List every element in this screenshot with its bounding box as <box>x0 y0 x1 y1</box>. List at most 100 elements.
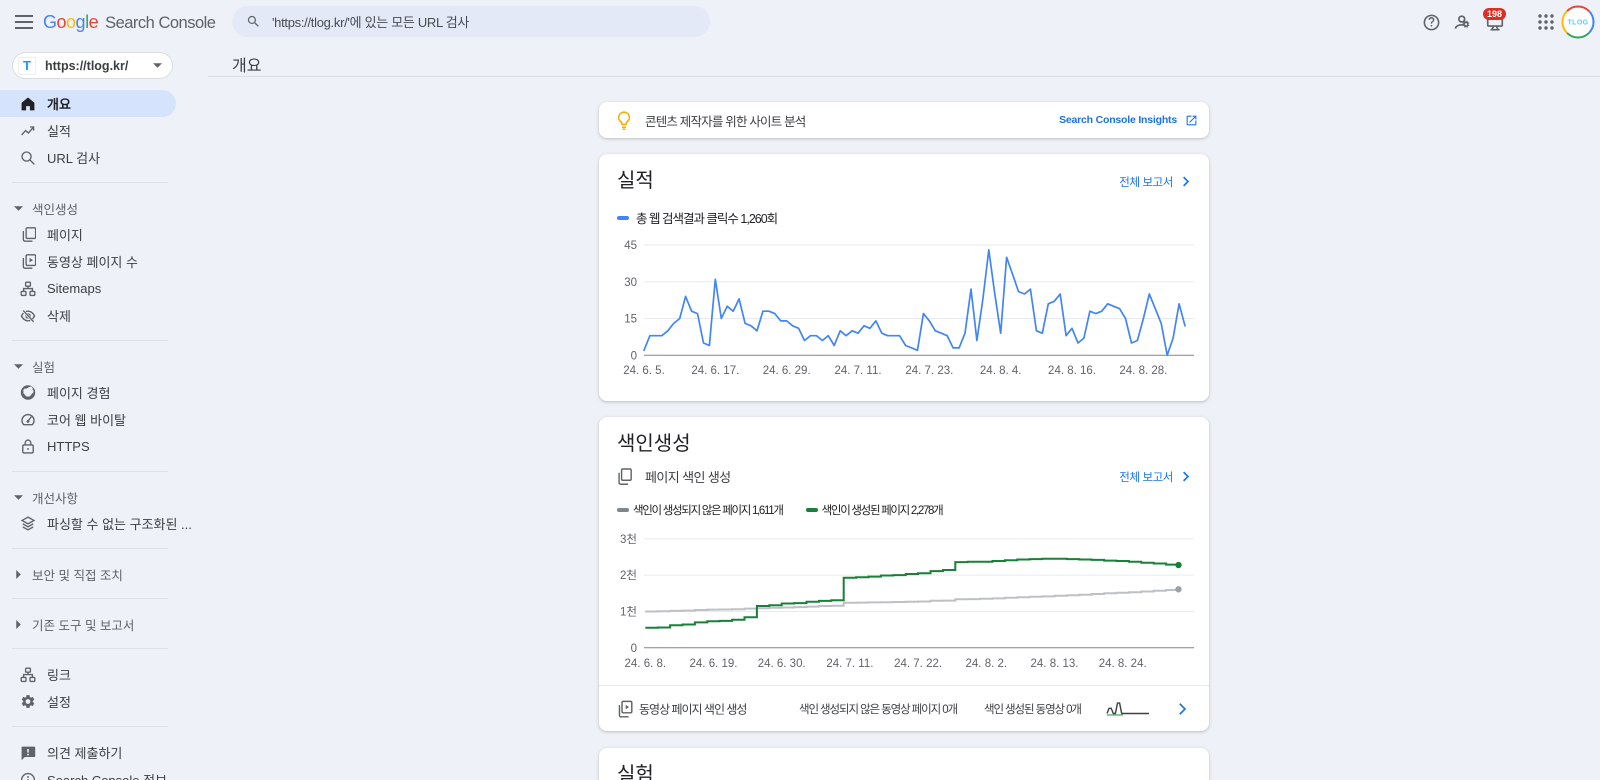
structured-data-icon <box>20 516 36 532</box>
account-avatar[interactable]: TLOG <box>1561 5 1595 39</box>
chevron-right-icon <box>1178 469 1193 484</box>
removals-icon <box>20 308 36 324</box>
help-button[interactable] <box>1415 6 1447 38</box>
not-indexed-legend-dash-icon <box>617 508 629 512</box>
insights-banner-text: 콘텐츠 제작자를 위한 사이트 분석 <box>645 111 1059 130</box>
app-logo[interactable]: Google Search Console <box>43 12 215 33</box>
indexing-full-report-link[interactable]: 전체 보고서 <box>1119 469 1193 485</box>
property-selector[interactable]: T https://tlog.kr/ <box>12 52 173 79</box>
product-name: Search Console <box>105 14 215 33</box>
sidebar-item-label: 페이지 <box>47 225 83 244</box>
sidebar-section-label: 보안 및 직접 조치 <box>32 565 123 584</box>
performance-line-chart[interactable]: 015304524. 6. 5.24. 6. 17.24. 6. 29.24. … <box>599 238 1209 388</box>
core-web-vitals-icon <box>20 412 36 428</box>
video-indexing-label: 동영상 페이지 색인 생성 <box>639 700 746 717</box>
performance-legend: 총 웹 검색결과 클릭수 1,260회 <box>599 208 1209 227</box>
sidebar-item-label: URL 검사 <box>47 148 100 167</box>
user-settings-button[interactable] <box>1447 6 1479 38</box>
chevron-right-icon[interactable] <box>1173 700 1191 718</box>
page-title: 개요 <box>232 52 261 76</box>
sidebar-item-structured-data[interactable]: 파싱할 수 없는 구조화된 ... <box>0 510 208 537</box>
sidebar-section-header[interactable]: 실험 <box>0 353 208 379</box>
info-icon <box>20 772 36 780</box>
search-icon <box>246 14 261 29</box>
apps-grid-icon <box>1538 14 1554 30</box>
svg-text:30: 30 <box>624 277 637 289</box>
sidebar-item-label: 삭제 <box>47 306 71 325</box>
hamburger-menu-button[interactable] <box>0 0 48 44</box>
experience-card: 실험 <box>599 748 1209 780</box>
sidebar-section-header[interactable]: 보안 및 직접 조치 <box>0 561 208 587</box>
svg-text:2천: 2천 <box>620 568 637 582</box>
settings-icon <box>20 694 36 710</box>
insights-banner: 콘텐츠 제작자를 위한 사이트 분석 Search Console Insigh… <box>599 102 1209 138</box>
pages-icon <box>20 227 36 243</box>
svg-text:24. 7. 11.: 24. 7. 11. <box>834 365 881 377</box>
video-pages-icon <box>20 254 36 270</box>
sidebar-item-removals[interactable]: 삭제 <box>0 302 208 329</box>
sidebar-item-label: 페이지 경험 <box>47 383 110 402</box>
sidebar-section-label: 기존 도구 및 보고서 <box>32 615 134 634</box>
help-icon <box>1422 13 1441 32</box>
video-sparkline-chart <box>1105 701 1151 717</box>
property-favicon: T <box>18 57 36 75</box>
sidebar-item-https[interactable]: HTTPS <box>0 433 208 460</box>
sidebar-section-header[interactable]: 색인생성 <box>0 195 208 221</box>
svg-text:3천: 3천 <box>620 532 637 546</box>
svg-text:24. 8. 4.: 24. 8. 4. <box>980 365 1022 377</box>
indexing-full-report-label: 전체 보고서 <box>1119 469 1173 485</box>
google-apps-button[interactable] <box>1530 6 1562 38</box>
sidebar-item-label: HTTPS <box>47 439 90 454</box>
sidebar-item-pages[interactable]: 페이지 <box>0 221 208 248</box>
sidebar-section-header[interactable]: 기존 도구 및 보고서 <box>0 611 208 637</box>
sidebar-item-label: 파싱할 수 없는 구조화된 ... <box>47 514 192 533</box>
video-indexing-row[interactable]: 동영상 페이지 색인 생성 색인 생성되지 않은 동영상 페이지 0개 색인 생… <box>599 686 1209 731</box>
svg-text:45: 45 <box>624 240 637 252</box>
sidebar-item-page-experience[interactable]: 페이지 경험 <box>0 379 208 406</box>
search-query-text: 'https://tlog.kr/'에 있는 모든 URL 검사 <box>272 12 469 31</box>
sidebar-divider <box>12 726 168 727</box>
url-inspect-search-bar[interactable]: 'https://tlog.kr/'에 있는 모든 URL 검사 <box>232 6 710 37</box>
sidebar-item-home[interactable]: 개요 <box>0 90 176 117</box>
open-in-new-icon <box>1185 114 1198 127</box>
svg-text:24. 8. 16.: 24. 8. 16. <box>1048 365 1096 377</box>
performance-card: 실적 전체 보고서 총 웹 검색결과 클릭수 1,260회 015304524.… <box>599 154 1209 401</box>
sidebar-item-label: 동영상 페이지 수 <box>47 252 138 271</box>
property-url: https://tlog.kr/ <box>45 59 153 73</box>
svg-text:1천: 1천 <box>620 604 637 618</box>
performance-icon <box>20 123 36 139</box>
not-indexed-legend-text: 색인이 생성되지 않은 페이지 1,611개 <box>633 502 783 518</box>
svg-text:24. 8. 28.: 24. 8. 28. <box>1119 365 1167 377</box>
video-indexed-stat: 색인 생성된 동영상 0개 <box>984 701 1081 717</box>
indexing-card-title: 색인생성 <box>617 433 691 456</box>
notifications-button[interactable]: 198 <box>1479 6 1511 38</box>
hamburger-icon <box>15 15 33 29</box>
performance-full-report-link[interactable]: 전체 보고서 <box>1119 174 1193 190</box>
sidebar-item-video-pages[interactable]: 동영상 페이지 수 <box>0 248 208 275</box>
https-icon <box>20 439 36 455</box>
sidebar-item-sitemaps[interactable]: Sitemaps <box>0 275 208 302</box>
sidebar-item-settings[interactable]: 설정 <box>0 688 208 715</box>
sidebar-section-header[interactable]: 개선사항 <box>0 484 208 510</box>
indexing-step-chart[interactable]: 01천2천3천24. 6. 8.24. 6. 19.24. 6. 30.24. … <box>599 530 1209 680</box>
svg-text:0: 0 <box>631 350 637 362</box>
feedback-icon <box>20 745 36 761</box>
sidebar-item-url-inspection[interactable]: URL 검사 <box>0 144 208 171</box>
avatar-initials: TLOG <box>1567 20 1588 27</box>
caret-down-icon <box>13 492 23 502</box>
svg-text:24. 7. 11.: 24. 7. 11. <box>826 658 873 670</box>
main-area: 개요 콘텐츠 제작자를 위한 사이트 분석 Search Console Ins… <box>208 44 1600 780</box>
sidebar-item-performance[interactable]: 실적 <box>0 117 208 144</box>
sidebar-item-info[interactable]: Search Console 정보 <box>0 766 208 780</box>
search-console-insights-link[interactable]: Search Console Insights <box>1059 114 1198 127</box>
sidebar-item-core-web-vitals[interactable]: 코어 웹 바이탈 <box>0 406 208 433</box>
svg-text:24. 7. 23.: 24. 7. 23. <box>905 365 953 377</box>
sidebar-item-label: Search Console 정보 <box>47 770 167 780</box>
indexing-card: 색인생성 페이지 색인 생성 전체 보고서 <box>599 417 1209 731</box>
svg-text:24. 6. 29.: 24. 6. 29. <box>763 365 811 377</box>
sidebar-item-links[interactable]: 링크 <box>0 661 208 688</box>
sidebar-item-feedback[interactable]: 의견 제출하기 <box>0 739 208 766</box>
chevron-right-icon <box>1178 174 1193 189</box>
sidebar-item-label: 실적 <box>47 121 71 140</box>
performance-full-report-label: 전체 보고서 <box>1119 174 1173 190</box>
